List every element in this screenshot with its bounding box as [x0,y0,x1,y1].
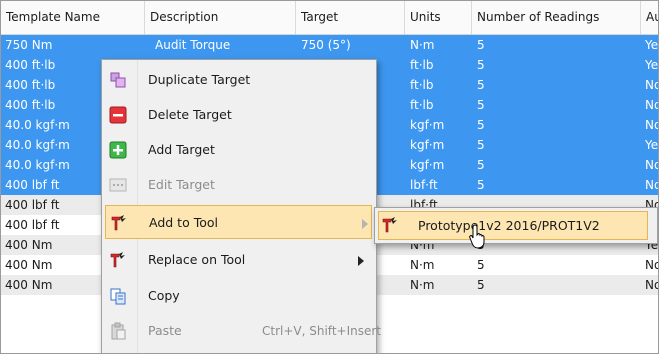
grid-header: Template Name Description Target Units N… [1,1,658,35]
menu-item-add-to-tool[interactable]: Add to Tool [105,205,372,239]
menu-item-paste[interactable]: Paste Ctrl+V, Shift+Insert [105,314,381,348]
cell-audit: No [645,98,658,112]
cell-number-of-readings: 5 [477,98,485,112]
cell-audit: Ye [645,138,659,152]
cell-audit: No [645,158,658,172]
cell-number-of-readings: 5 [477,258,485,272]
col-header-units[interactable]: Units [405,1,472,34]
menu-item-label: Replace on Tool [148,252,246,267]
table-row[interactable]: 750 Nm Audit Torque 750 (5°) N·m 5 Ye [1,35,659,55]
cell-audit: No [645,178,658,192]
cell-units: kgf·m [410,118,445,132]
cell-units: ft·lb [410,58,434,72]
tool-icon [382,217,397,233]
menu-item-label: Paste [148,323,182,338]
col-header-audit[interactable]: Au [641,1,658,34]
menu-item-label: Delete Target [148,107,232,122]
cell-audit: Ye [645,38,659,52]
cell-description: Audit Torque [155,38,231,52]
cell-number-of-readings: 5 [477,158,485,172]
submenu-item-prototype[interactable]: Prototype1v2 2016/PROT1V2 [418,211,600,240]
cell-number-of-readings: 5 [477,278,485,292]
col-header-template-name[interactable]: Template Name [1,1,145,34]
cell-units: N·m [410,258,435,272]
menu-item-duplicate-target[interactable]: Duplicate Target [105,63,372,97]
cell-audit: No [645,258,658,272]
cell-number-of-readings: 5 [477,178,485,192]
cell-units: ft·lb [410,98,434,112]
menu-item-replace-on-tool[interactable]: Replace on Tool [105,243,372,277]
menu-item-edit-target[interactable]: Edit Target [105,168,372,202]
hand-cursor-icon [469,224,485,249]
submenu-arrow-icon [358,256,364,266]
menu-item-label: Copy [148,288,180,303]
cell-number-of-readings: 5 [477,78,485,92]
context-menu: Duplicate Target Delete Target Add Targe… [101,59,381,353]
menu-item-copy[interactable]: Copy [105,279,372,313]
menu-item-shortcut: Ctrl+V, Shift+Insert [262,324,381,338]
cell-number-of-readings: 5 [477,38,485,52]
menu-item-delete-target[interactable]: Delete Target [105,98,372,132]
template-table-window: Template Name Description Target Units N… [0,0,659,354]
duplicate-icon [110,72,126,88]
cell-audit: No [645,278,658,292]
cell-units: lbf·ft [410,178,438,192]
cell-target: 750 (5°) [301,38,351,52]
menu-item-label: Add to Tool [149,215,218,230]
menu-item-label: Duplicate Target [148,72,251,87]
menu-item-label: Edit Target [148,177,215,192]
col-header-target[interactable]: Target [296,1,405,34]
cell-number-of-readings: 5 [477,58,485,72]
cell-units: kgf·m [410,158,445,172]
cell-number-of-readings: 5 [477,118,485,132]
delete-icon [109,106,127,124]
cell-audit: No [645,78,658,92]
add-icon [109,141,127,159]
cell-units: N·m [410,278,435,292]
cell-template-name: 750 Nm [5,38,53,52]
edit-icon [109,178,127,192]
cell-number-of-readings: 5 [477,138,485,152]
col-header-number-of-readings[interactable]: Number of Readings [472,1,641,34]
menu-item-label: Add Target [148,142,215,157]
menu-item-add-target[interactable]: Add Target [105,133,372,167]
col-header-description[interactable]: Description [145,1,296,34]
submenu-add-to-tool: Prototype1v2 2016/PROT1V2 [374,207,658,244]
cell-units: kgf·m [410,138,445,152]
tool-icon [110,252,125,268]
paste-icon [111,322,126,340]
submenu-arrow-icon [362,219,368,229]
cell-audit: No [645,118,658,132]
cell-audit: Ye [645,58,659,72]
copy-icon [110,288,126,305]
cell-units: N·m [410,38,435,52]
cell-units: ft·lb [410,78,434,92]
tool-icon [111,215,126,231]
